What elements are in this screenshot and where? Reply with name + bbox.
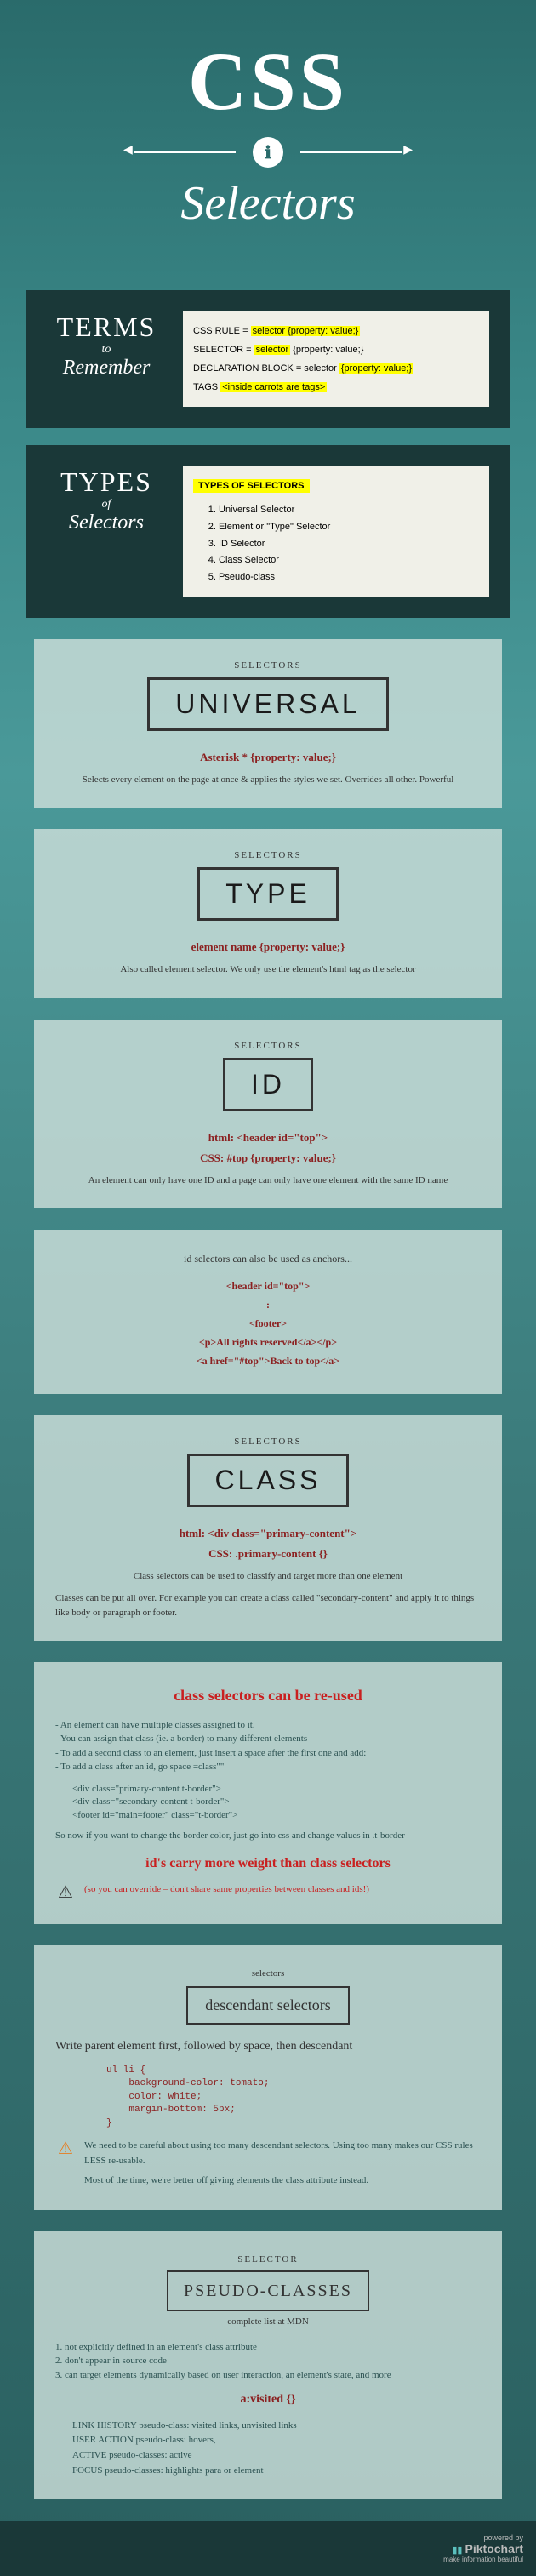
- reuse-card: class selectors can be re-used - An elem…: [34, 1662, 502, 1924]
- warning-icon: ⚠: [55, 1882, 76, 1903]
- terms-heading: TERMS: [47, 311, 166, 343]
- footer: powered by ▮▮ Piktochart make informatio…: [0, 2521, 536, 2576]
- code-block: ul li { background-color: tomato; color:…: [106, 2065, 481, 2130]
- pseudo-card: SELECTOR PSEUDO-CLASSES complete list at…: [34, 2231, 502, 2499]
- types-panel: TYPES of Selectors TYPES OF SELECTORS Un…: [26, 445, 510, 618]
- main-title: CSS: [17, 34, 519, 129]
- wrench-icon: ℹ: [253, 137, 283, 168]
- descendant-card: selectors descendant selectors Write par…: [34, 1945, 502, 2210]
- types-list: Universal Selector Element or "Type" Sel…: [219, 502, 479, 586]
- terms-content: CSS RULE = selector {property: value;} S…: [183, 311, 489, 407]
- subtitle: Selectors: [17, 176, 519, 231]
- universal-card: SELECTORS UNIVERSAL Asterisk * {property…: [34, 639, 502, 808]
- descendant-title: descendant selectors: [186, 1986, 349, 2025]
- types-content: TYPES OF SELECTORS Universal Selector El…: [183, 466, 489, 597]
- type-title: TYPE: [197, 867, 339, 921]
- divider: ℹ: [17, 137, 519, 168]
- universal-title: UNIVERSAL: [147, 677, 388, 731]
- class-card: SELECTORS CLASS html: <div class="primar…: [34, 1415, 502, 1642]
- warning-icon: ⚠: [55, 2139, 76, 2159]
- hero-section: CSS ℹ Selectors: [0, 0, 536, 273]
- terms-panel: TERMS to Remember CSS RULE = selector {p…: [26, 290, 510, 428]
- class-title: CLASS: [187, 1454, 350, 1507]
- type-card: SELECTORS TYPE element name {property: v…: [34, 829, 502, 998]
- types-heading: TYPES: [47, 466, 166, 498]
- id-title: ID: [223, 1058, 313, 1111]
- anchor-card: id selectors can also be used as anchors…: [34, 1230, 502, 1393]
- id-card: SELECTORS ID html: <header id="top"> CSS…: [34, 1020, 502, 1209]
- pseudo-title: PSEUDO-CLASSES: [167, 2270, 369, 2311]
- piktochart-logo: Piktochart: [465, 2542, 523, 2556]
